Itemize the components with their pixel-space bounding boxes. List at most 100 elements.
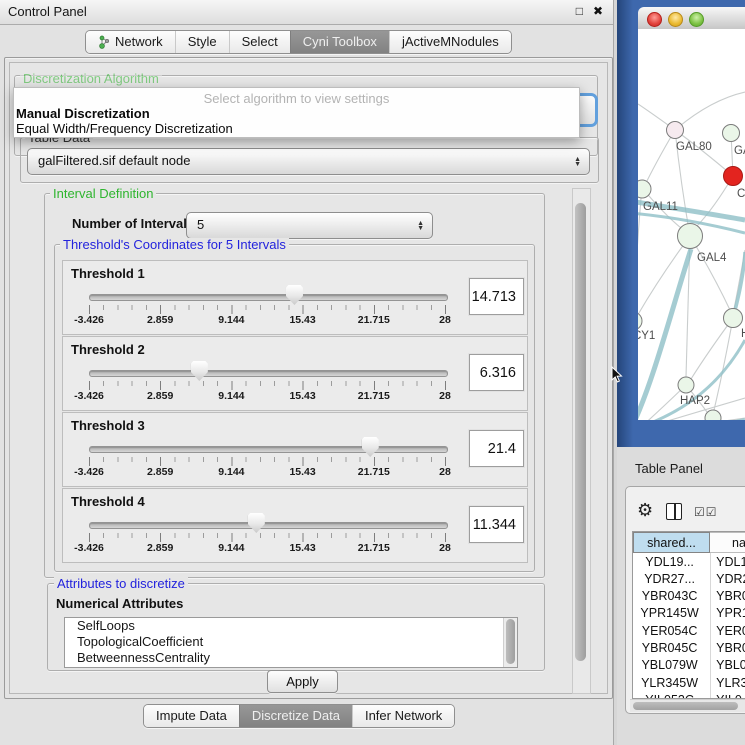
table-row[interactable]: YDR27...YDR2 [633, 571, 745, 588]
tick-label: -3.426 [74, 390, 104, 402]
group-title-discretization-algorithm: Discretization Algorithm [20, 72, 162, 85]
group-title-interval-definition: Interval Definition [50, 187, 156, 200]
network-node[interactable] [667, 122, 684, 139]
table-data-combo[interactable]: galFiltered.sif default node ▲▼ [27, 148, 590, 175]
slider-thumb[interactable] [362, 437, 379, 457]
tab-cyni-toolbox[interactable]: Cyni Toolbox [290, 31, 389, 53]
threshold-rows: Threshold 1-3.4262.8599.14415.4321.71528… [62, 260, 528, 562]
cell-name: YBR0 [706, 588, 745, 605]
table-row[interactable]: YDL19...YDL1 [633, 554, 745, 571]
cell-name: YDL1 [706, 554, 745, 571]
tick-label: 28 [439, 542, 451, 554]
slider-track[interactable] [89, 446, 448, 453]
threshold-label: Threshold 4 [71, 494, 145, 509]
tab-jactivemnodules[interactable]: jActiveMNodules [389, 31, 511, 53]
tab-network[interactable]: Network [86, 31, 175, 53]
list-scrollbar-thumb[interactable] [506, 619, 515, 664]
dropdown-item-equal-width-frequency[interactable]: Equal Width/Frequency Discretization [16, 121, 233, 136]
network-node[interactable] [724, 167, 743, 186]
table-row[interactable]: YBR043CYBR0 [633, 588, 745, 605]
threshold-value-field[interactable]: 11.344 [469, 506, 524, 543]
attribute-list-item[interactable]: SelfLoops [65, 618, 517, 634]
gear-icon[interactable]: ⚙ [637, 500, 653, 521]
control-panel: Control Panel □ ✖ NetworkStyleSelectCyni… [0, 0, 614, 745]
tick-label: 28 [439, 390, 451, 402]
threshold-row: Threshold 4-3.4262.8599.14415.4321.71528… [62, 488, 528, 563]
table-header-row: shared... name [633, 532, 745, 553]
table-row[interactable]: YLR345WYLR3 [633, 675, 745, 692]
dropdown-item-manual-discretization[interactable]: Manual Discretization [16, 106, 150, 121]
tab-impute-data[interactable]: Impute Data [144, 705, 239, 727]
slider-track[interactable] [89, 294, 448, 301]
main-scrollbar[interactable] [572, 188, 591, 694]
slider-thumb[interactable] [191, 361, 208, 381]
cell-name: YIL0 [706, 692, 745, 699]
network-icon [98, 35, 110, 49]
tab-style[interactable]: Style [175, 31, 229, 53]
tab-discretize-data[interactable]: Discretize Data [239, 705, 352, 727]
threshold-value-field[interactable]: 6.316 [469, 354, 524, 391]
network-node[interactable] [705, 410, 721, 420]
column-header-shared-name[interactable]: shared... [633, 532, 710, 553]
table-row[interactable]: YBL079WYBL0 [633, 657, 745, 674]
network-node[interactable] [678, 224, 703, 249]
table-row[interactable]: YPR145WYPR1 [633, 605, 745, 622]
tab-select[interactable]: Select [229, 31, 290, 53]
zoom-traffic-light-icon[interactable] [689, 12, 704, 27]
columns-icon[interactable] [666, 503, 682, 520]
number-of-intervals-value: 5 [197, 213, 204, 236]
table-row[interactable]: YBR045CYBR0 [633, 640, 745, 657]
dropdown-hint: Select algorithm to view settings [14, 91, 579, 106]
network-node[interactable] [678, 377, 694, 393]
slider-track[interactable] [89, 370, 448, 377]
cell-shared-name: YDR27... [633, 571, 706, 588]
tab-infer-network[interactable]: Infer Network [352, 705, 454, 727]
cell-shared-name: YBR045C [633, 640, 706, 657]
table-panel-title: Table Panel [635, 461, 703, 476]
threshold-label: Threshold 3 [71, 418, 145, 433]
network-node[interactable] [638, 312, 642, 330]
number-of-intervals-combo[interactable]: 5 ▲▼ [186, 212, 433, 239]
main-scrollbar-thumb[interactable] [575, 203, 586, 661]
tick-label: 21.715 [358, 466, 390, 478]
panel-title: Control Panel [8, 4, 87, 19]
close-icon[interactable]: ✖ [593, 4, 603, 18]
network-node[interactable] [638, 180, 651, 198]
node-table[interactable]: shared... name YDL19...YDL1YDR27...YDR2Y… [632, 531, 745, 699]
control-panel-titlebar: Control Panel □ ✖ [0, 0, 613, 25]
threshold-row: Threshold 2-3.4262.8599.14415.4321.71528… [62, 336, 528, 411]
table-hscrollbar[interactable] [630, 699, 745, 712]
network-node[interactable] [723, 125, 740, 142]
table-hscrollbar-thumb[interactable] [633, 702, 738, 710]
tick-label: 2.859 [147, 542, 173, 554]
attribute-list-item[interactable]: TopologicalCoefficient [65, 634, 517, 650]
slider-thumb[interactable] [286, 285, 303, 305]
number-of-intervals-label: Number of Intervals [72, 216, 194, 231]
table-row[interactable]: YER054CYER0 [633, 623, 745, 640]
network-node-label: GCY1 [638, 330, 655, 342]
network-node[interactable] [724, 309, 743, 328]
tick-label: 28 [439, 314, 451, 326]
group-title-thresholds: Threshold's Coordinates for 5 Intervals [60, 238, 289, 251]
float-window-icon[interactable]: □ [576, 4, 583, 18]
network-node-label: C [737, 188, 745, 200]
minimize-traffic-light-icon[interactable] [668, 12, 683, 27]
slider-thumb[interactable] [248, 513, 265, 533]
network-canvas[interactable]: GAL80GACGAL11GAL4GCY1HHAP2 [638, 29, 745, 420]
table-row[interactable]: YIL052CYIL0 [633, 692, 745, 699]
cell-shared-name: YPR145W [633, 605, 706, 622]
cell-name: YPR1 [706, 605, 745, 622]
threshold-row: Threshold 3-3.4262.8599.14415.4321.71528… [62, 412, 528, 487]
slider-track[interactable] [89, 522, 448, 529]
checkboxes-icon[interactable]: ☑☑ [694, 505, 718, 519]
threshold-value-field[interactable]: 14.713 [469, 278, 524, 315]
close-traffic-light-icon[interactable] [647, 12, 662, 27]
threshold-value-field[interactable]: 21.4 [469, 430, 524, 467]
attribute-list-item[interactable]: BetweennessCentrality [65, 650, 517, 666]
apply-button[interactable]: Apply [267, 670, 338, 693]
list-scrollbar[interactable] [503, 618, 517, 667]
numerical-attributes-list[interactable]: SelfLoopsTopologicalCoefficientBetweenne… [64, 617, 518, 668]
tick-label: 15.43 [289, 466, 315, 478]
cell-shared-name: YBL079W [633, 657, 706, 674]
column-header-name[interactable]: name [710, 532, 745, 553]
